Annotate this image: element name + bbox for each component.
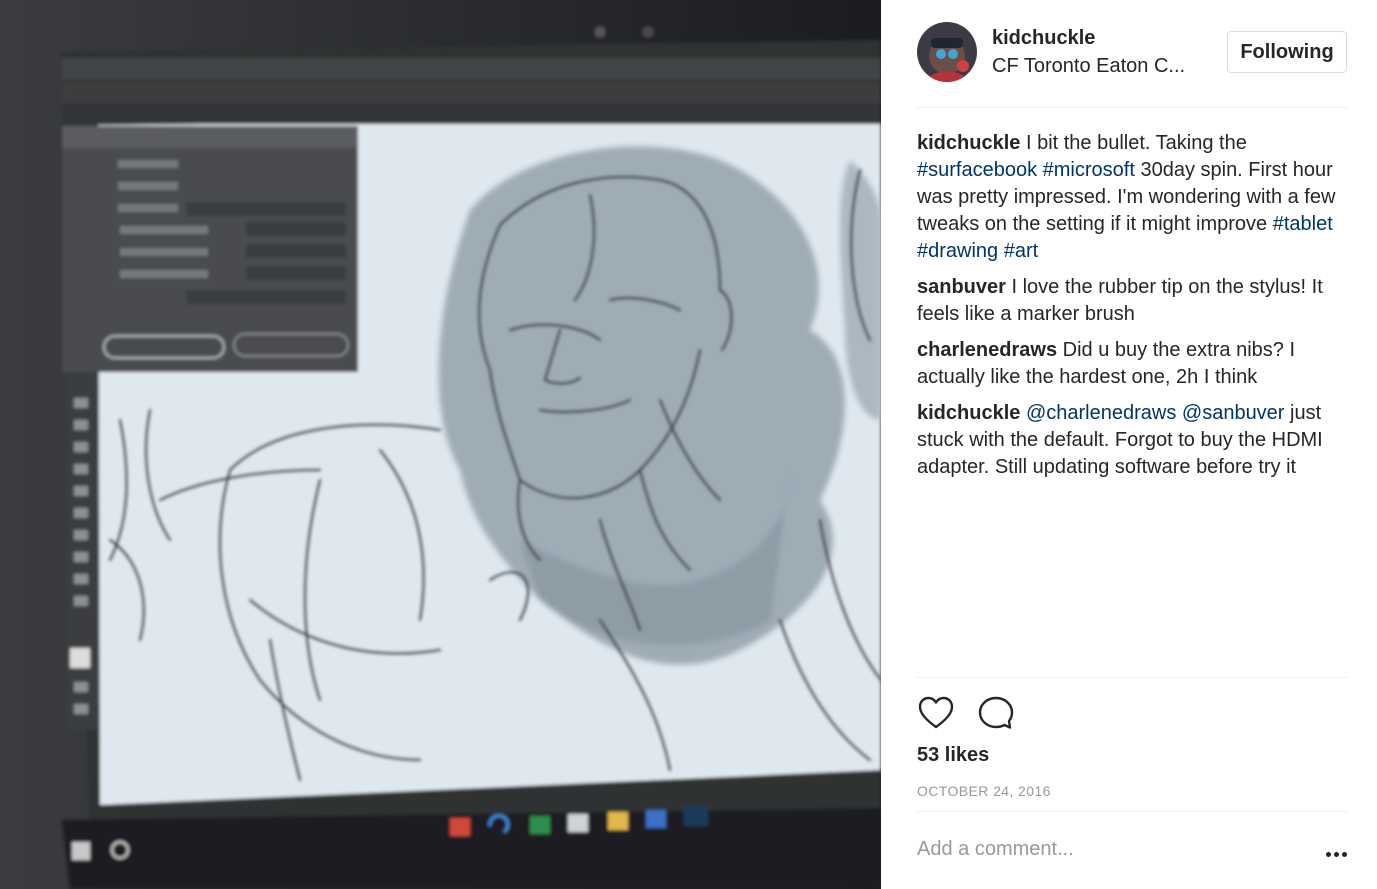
avatar[interactable] (917, 22, 977, 82)
more-dot (1334, 851, 1339, 857)
following-button[interactable]: Following (1227, 31, 1347, 73)
more-dots-icon[interactable] (1311, 840, 1347, 868)
comment-author[interactable]: charlenedraws (917, 339, 1057, 361)
comment-author[interactable]: kidchuckle (917, 402, 1020, 424)
hashtag-link[interactable]: #art (1004, 240, 1038, 262)
add-comment-input[interactable] (917, 838, 1297, 861)
photo-tablet-drawing (0, 0, 881, 889)
heart-icon[interactable] (917, 694, 955, 732)
comments-list: kidchuckle I bit the bullet. Taking the … (917, 130, 1347, 490)
actions-divider (917, 677, 1347, 678)
post-location[interactable]: CF Toronto Eaton C... (992, 55, 1185, 78)
hashtag-link[interactable]: #drawing (917, 240, 998, 262)
comment-input-divider (917, 811, 1347, 812)
comment: kidchuckle I bit the bullet. Taking the … (917, 130, 1347, 265)
hashtag-link[interactable]: #tablet (1273, 213, 1333, 235)
avatar-image (917, 22, 977, 82)
post-details-panel: kidchuckle CF Toronto Eaton C... Followi… (881, 0, 1377, 889)
hashtag-link[interactable]: #surfacebook (917, 159, 1037, 181)
mention-link[interactable]: @charlenedraws (1026, 402, 1176, 424)
comment: kidchuckle @charlenedraws @sanbuver just… (917, 400, 1347, 481)
post-author-username[interactable]: kidchuckle (992, 27, 1095, 50)
post-date: OCTOBER 24, 2016 (917, 783, 1051, 799)
comment: sanbuver I love the rubber tip on the st… (917, 274, 1347, 328)
likes-count[interactable]: 53 likes (917, 744, 989, 767)
hashtag-link[interactable]: #microsoft (1043, 159, 1135, 181)
post-photo[interactable] (0, 0, 881, 889)
more-dot (1342, 851, 1347, 857)
mention-link[interactable]: @sanbuver (1182, 402, 1285, 424)
comment-author[interactable]: sanbuver (917, 276, 1006, 298)
comment-author[interactable]: kidchuckle (917, 132, 1020, 154)
more-dot (1326, 851, 1331, 857)
post-header: kidchuckle CF Toronto Eaton C... Followi… (917, 22, 1347, 108)
comment: charlenedraws Did u buy the extra nibs? … (917, 337, 1347, 391)
speech-bubble-icon[interactable] (977, 694, 1015, 732)
comment-text: I bit the bullet. Taking the (1025, 132, 1247, 154)
